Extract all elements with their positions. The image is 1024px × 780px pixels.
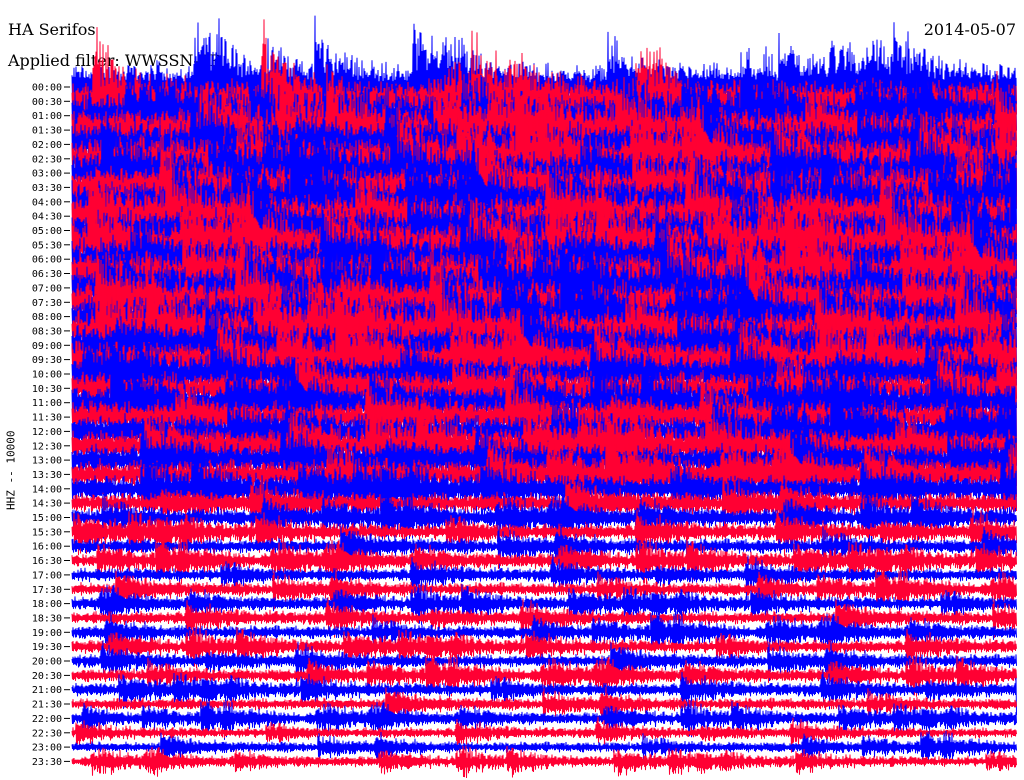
tick-label: 21:00 [32,685,62,696]
tick-label: 01:30 [32,126,62,137]
tick-label: 10:00 [32,370,62,381]
tick-label: 05:30 [32,240,62,251]
tick-label: 02:00 [32,140,62,151]
tick-label: 14:30 [32,499,62,510]
tick-label: 05:00 [32,226,62,237]
tick-label: 11:00 [32,398,62,409]
tick-label: 14:00 [32,484,62,495]
tick-label: 10:30 [32,384,62,395]
tick-label: 12:30 [32,441,62,452]
tick-label: 18:30 [32,613,62,624]
tick-label: 22:30 [32,728,62,739]
tick-label: 15:00 [32,513,62,524]
tick-label: 16:30 [32,556,62,567]
tick-label: 12:00 [32,427,62,438]
tick-label: 22:00 [32,714,62,725]
tick-label: 07:30 [32,298,62,309]
tick-label: 00:30 [32,97,62,108]
tick-label: 02:30 [32,154,62,165]
trace-group [71,15,1017,779]
tick-label: 00:00 [32,83,62,94]
tick-label: 04:00 [32,197,62,208]
tick-label: 21:30 [32,700,62,711]
tick-label: 09:30 [32,355,62,366]
tick-label: 20:30 [32,671,62,682]
tick-label: 17:30 [32,585,62,596]
tick-label: 08:30 [32,326,62,337]
tick-label: 06:00 [32,255,62,266]
tick-label: 18:00 [32,599,62,610]
tick-label: 23:00 [32,743,62,754]
tick-label: 06:30 [32,269,62,280]
tick-label: 13:00 [32,456,62,467]
tick-label: 19:30 [32,642,62,653]
tick-label: 11:30 [32,413,62,424]
tick-label: 13:30 [32,470,62,481]
time-ticks: 00:00 00:30 01:00 01:30 02:00 02:30 03:00 03:30… [32,83,70,768]
tick-label: 03:30 [32,183,62,194]
tick-label: 04:30 [32,212,62,223]
tick-label: 08:00 [32,312,62,323]
tick-label: 19:00 [32,628,62,639]
tick-label: 03:00 [32,169,62,180]
tick-label: 16:00 [32,542,62,553]
tick-label: 20:00 [32,657,62,668]
tick-label: 07:00 [32,283,62,294]
tick-label: 09:00 [32,341,62,352]
tick-label: 15:30 [32,527,62,538]
tick-label: 01:00 [32,111,62,122]
tick-label: 17:00 [32,570,62,581]
tick-label: 23:30 [32,757,62,768]
helicorder-plot: 00:00 00:30 01:00 01:30 02:00 02:30 03:00 03:30… [32,15,1017,779]
